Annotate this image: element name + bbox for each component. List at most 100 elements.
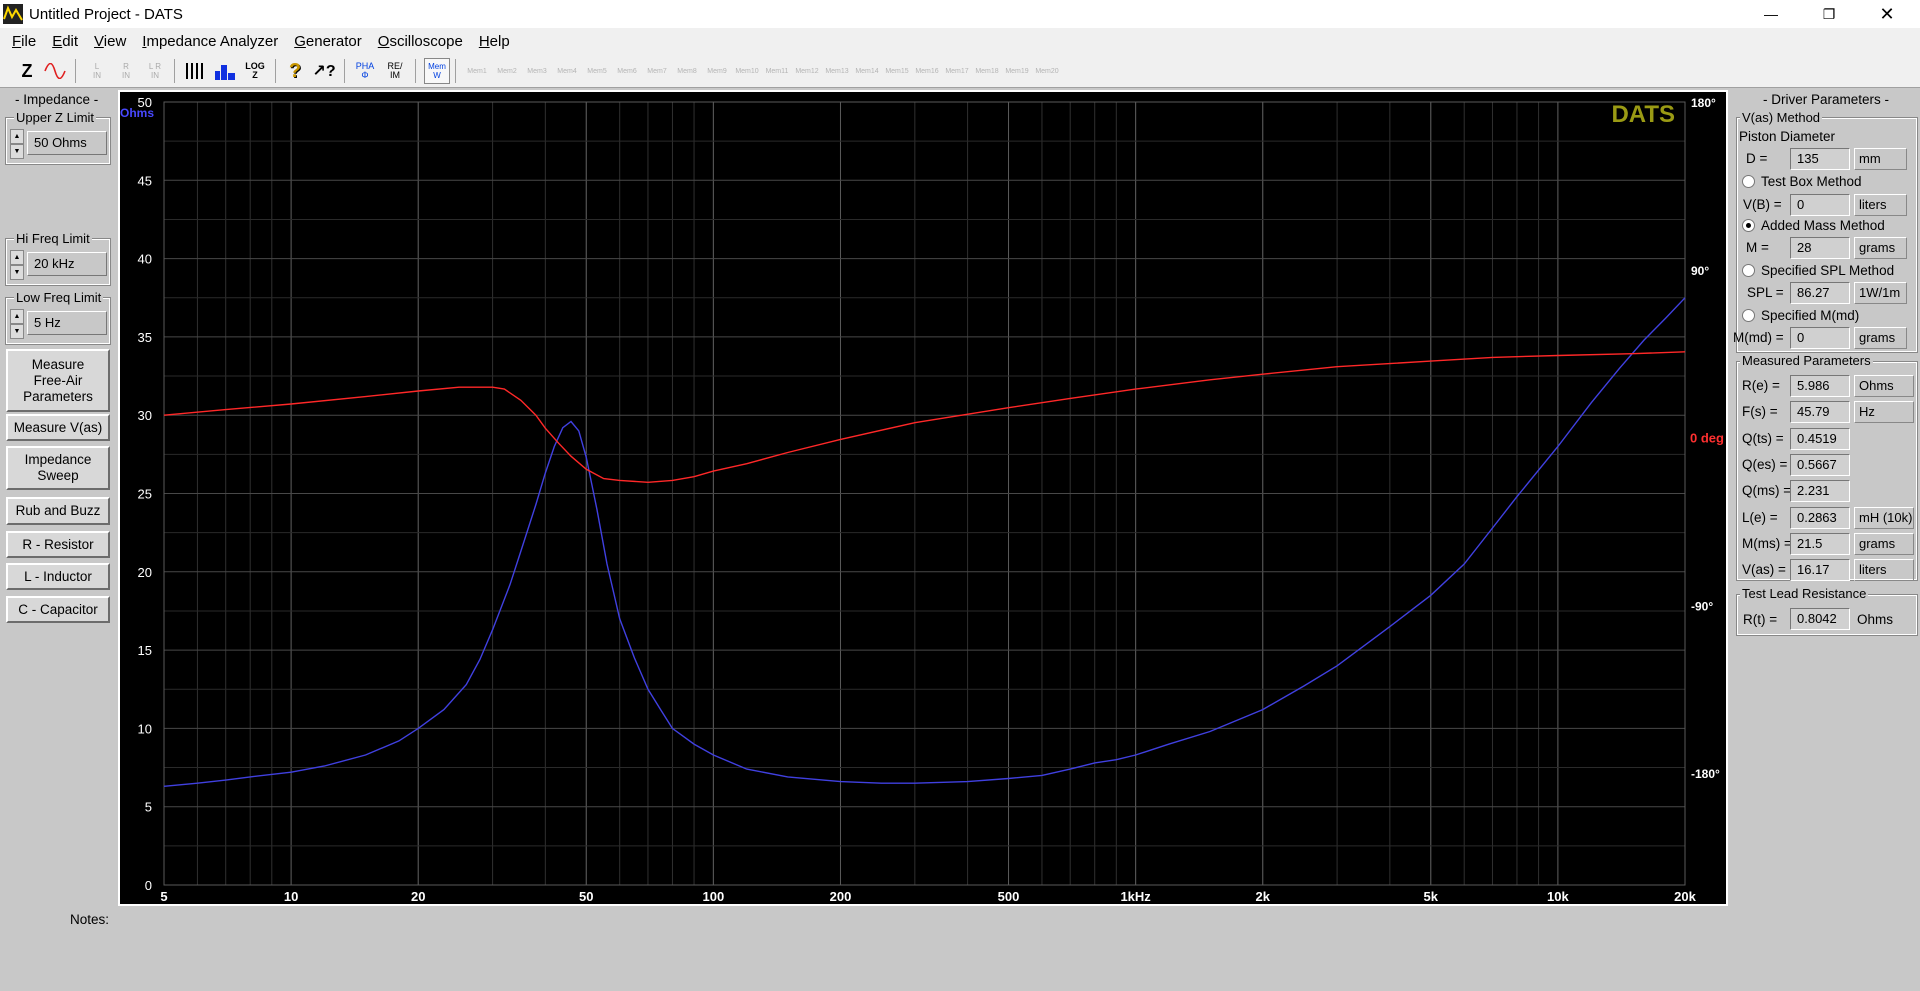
specified-mmd-label: Specified M(md) xyxy=(1761,308,1860,323)
memory-slot-12-button[interactable]: Mem 12 xyxy=(794,58,820,84)
impedance-chart[interactable]: 0 5 10 15 20 25 30 35 40 45 50 180° 90° -90° -180° 5 10 2… xyxy=(118,90,1728,906)
memory-slot-2-button[interactable]: Mem 2 xyxy=(494,58,520,84)
real-imaginary-button[interactable]: RE/ IM xyxy=(382,58,408,84)
maximize-button[interactable]: ❐ xyxy=(1800,0,1858,28)
chart-plot: 05101520253035404550 180°90°-90°-180°5 10 2… xyxy=(120,95,1724,904)
left-input-button[interactable]: L IN xyxy=(84,58,110,84)
memory-slot-15-button[interactable]: Mem 15 xyxy=(884,58,910,84)
qms-value: 2.231 xyxy=(1790,480,1850,503)
memory-slot-18-button[interactable]: Mem 18 xyxy=(974,58,1000,84)
hi-freq-spinner[interactable]: ▲ ▼ xyxy=(10,250,24,280)
memory-slot-11-button[interactable]: Mem 11 xyxy=(764,58,790,84)
y-right-unit-label: 0 deg xyxy=(1690,431,1724,446)
vas-unit: liters xyxy=(1854,559,1914,582)
minimize-button[interactable]: — xyxy=(1742,0,1800,28)
mmd-input[interactable]: 0 xyxy=(1790,327,1850,349)
bar-graph-button[interactable] xyxy=(212,58,238,84)
menu-edit[interactable]: Edit xyxy=(44,33,86,50)
menu-file[interactable]: File xyxy=(0,33,44,50)
memory-write-button[interactable]: Mem W xyxy=(424,58,450,84)
phase-display-button[interactable]: PHA Φ xyxy=(352,58,378,84)
memory-slot-8-button[interactable]: Mem 8 xyxy=(674,58,700,84)
upper-z-spinner[interactable]: ▲ ▼ xyxy=(10,129,24,159)
test-box-label: Test Box Method xyxy=(1761,174,1862,189)
impedance-sweep-button[interactable]: Impedance Sweep xyxy=(6,446,110,490)
memory-slot-5-button[interactable]: Mem 5 xyxy=(584,58,610,84)
inductor-button[interactable]: L - Inductor xyxy=(6,563,110,590)
x-tick-label: 10 xyxy=(284,889,298,904)
fs-unit: Hz xyxy=(1854,401,1914,424)
vb-label: V(B) = xyxy=(1743,197,1782,212)
right-input-button[interactable]: R IN xyxy=(113,58,139,84)
phase-mode-button[interactable] xyxy=(42,58,68,84)
impedance-mode-button[interactable]: Z xyxy=(14,58,40,84)
title-bar: Untitled Project - DATS — ❐ ✕ xyxy=(0,0,1920,28)
y-left-tick-label: 45 xyxy=(138,173,152,188)
x-tick-label: 50 xyxy=(579,889,593,904)
y-left-tick-label: 0 xyxy=(145,878,152,893)
context-help-button[interactable]: ↗? xyxy=(311,58,337,84)
up-arrow-icon[interactable]: ▲ xyxy=(10,129,24,144)
memory-slot-10-button[interactable]: Mem 10 xyxy=(734,58,760,84)
le-unit: mH (10k) xyxy=(1854,506,1914,529)
x-tick-label: 500 xyxy=(998,889,1020,904)
memory-slot-7-button[interactable]: Mem 7 xyxy=(644,58,670,84)
menu-oscilloscope[interactable]: Oscilloscope xyxy=(370,33,471,50)
memory-slot-16-button[interactable]: Mem 16 xyxy=(914,58,940,84)
capacitor-button[interactable]: C - Capacitor xyxy=(6,596,110,623)
minimize-icon: — xyxy=(1764,6,1778,22)
notes-label: Notes: xyxy=(70,912,110,927)
memory-slot-13-button[interactable]: Mem 13 xyxy=(824,58,850,84)
memory-slot-4-button[interactable]: Mem 4 xyxy=(554,58,580,84)
upper-z-value[interactable]: 50 Ohms xyxy=(27,131,107,155)
memory-slot-17-button[interactable]: Mem 17 xyxy=(944,58,970,84)
measure-free-air-button[interactable]: Measure Free-Air Parameters xyxy=(6,349,110,412)
memory-slot-19-button[interactable]: Mem 19 xyxy=(1004,58,1030,84)
memory-slot-20-button[interactable]: Mem 20 xyxy=(1034,58,1060,84)
down-arrow-icon[interactable]: ▼ xyxy=(10,265,24,280)
stereo-input-button[interactable]: L R IN xyxy=(142,58,168,84)
test-box-radio[interactable] xyxy=(1742,175,1755,188)
mms-label: M(ms) = xyxy=(1742,535,1792,551)
spl-input[interactable]: 86.27 xyxy=(1790,282,1850,304)
up-arrow-icon[interactable]: ▲ xyxy=(10,250,24,265)
low-freq-spinner[interactable]: ▲ ▼ xyxy=(10,309,24,339)
up-arrow-icon[interactable]: ▲ xyxy=(10,309,24,324)
down-arrow-icon[interactable]: ▼ xyxy=(10,144,24,159)
x-tick-label: 20k xyxy=(1674,889,1696,904)
rub-and-buzz-button[interactable]: Rub and Buzz xyxy=(6,497,110,525)
mms-unit: grams xyxy=(1854,532,1914,555)
log-z-button[interactable]: LOG Z xyxy=(242,58,268,84)
specified-mmd-radio[interactable] xyxy=(1742,309,1755,322)
memory-slot-9-button[interactable]: Mem 9 xyxy=(704,58,730,84)
fs-label: F(s) = xyxy=(1742,404,1778,420)
measured-parameters-label: Measured Parameters xyxy=(1740,353,1873,368)
close-button[interactable]: ✕ xyxy=(1858,0,1916,28)
added-mass-radio[interactable] xyxy=(1742,219,1755,232)
menu-help[interactable]: Help xyxy=(471,33,518,50)
hi-freq-value[interactable]: 20 kHz xyxy=(27,252,107,276)
menu-generator[interactable]: Generator xyxy=(286,33,370,50)
low-freq-value[interactable]: 5 Hz xyxy=(27,311,107,335)
m-label: M = xyxy=(1746,240,1769,255)
menu-impedance-analyzer[interactable]: Impedance Analyzer xyxy=(134,33,286,50)
measure-vas-button[interactable]: Measure V(as) xyxy=(6,414,110,441)
re-value: 5.986 xyxy=(1790,375,1850,397)
resistor-button[interactable]: R - Resistor xyxy=(6,531,110,558)
specified-spl-label: Specified SPL Method xyxy=(1761,263,1895,278)
vb-input[interactable]: 0 xyxy=(1790,194,1850,216)
m-unit: grams xyxy=(1854,237,1907,259)
memory-slot-3-button[interactable]: Mem 3 xyxy=(524,58,550,84)
memory-slot-14-button[interactable]: Mem 14 xyxy=(854,58,880,84)
memory-slot-6-button[interactable]: Mem 6 xyxy=(614,58,640,84)
help-button[interactable]: ? xyxy=(282,58,308,84)
grid-lines-button[interactable] xyxy=(182,58,208,84)
added-mass-input[interactable]: 28 xyxy=(1790,237,1850,259)
piston-diameter-input[interactable]: 135 xyxy=(1790,148,1850,170)
question-icon: ? xyxy=(288,59,302,82)
memory-slot-1-button[interactable]: Mem 1 xyxy=(464,58,490,84)
menu-view[interactable]: View xyxy=(86,33,134,50)
down-arrow-icon[interactable]: ▼ xyxy=(10,324,24,339)
specified-spl-radio[interactable] xyxy=(1742,264,1755,277)
re-unit: Ohms xyxy=(1854,375,1914,397)
